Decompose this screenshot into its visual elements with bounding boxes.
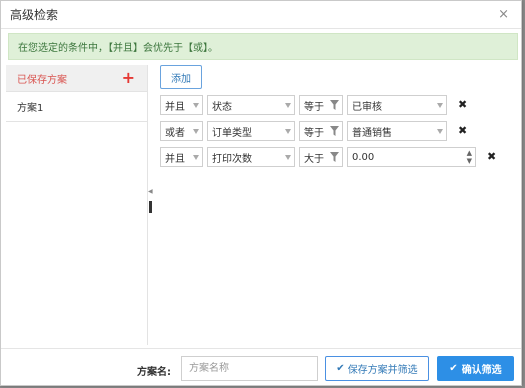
filter-icon bbox=[330, 126, 339, 136]
splitter-handle bbox=[149, 201, 152, 213]
chevron-down-icon bbox=[285, 103, 291, 108]
add-condition-button[interactable]: 添加 bbox=[160, 65, 202, 89]
field-select-value: 订单类型 bbox=[212, 127, 252, 139]
scheme-name-label: 方案名: bbox=[137, 367, 171, 378]
operator-select-value: 大于 bbox=[304, 153, 324, 165]
operator-select-value: 等于 bbox=[304, 127, 324, 139]
advanced-search-dialog: 高级检索 × 在您选定的条件中，【并且】会优先于【或】。 已保存方案 + 方案1… bbox=[0, 0, 522, 386]
dialog-titlebar: 高级检索 × bbox=[1, 1, 521, 29]
logic-select[interactable]: 并且 bbox=[160, 147, 203, 167]
priority-notice: 在您选定的条件中，【并且】会优先于【或】。 bbox=[8, 33, 518, 60]
value-select-value: 已审核 bbox=[352, 101, 382, 113]
check-icon: ✔ bbox=[336, 363, 345, 374]
chevron-down-icon bbox=[285, 155, 291, 160]
close-icon[interactable]: × bbox=[498, 8, 509, 21]
field-select-value: 状态 bbox=[212, 101, 232, 113]
chevron-down-icon bbox=[193, 103, 199, 108]
chevron-down-icon bbox=[193, 129, 199, 134]
chevron-down-icon bbox=[437, 103, 443, 108]
logic-select-value: 并且 bbox=[165, 101, 185, 113]
delete-condition-icon[interactable]: ✖ bbox=[487, 151, 496, 162]
dialog-title: 高级检索 bbox=[10, 8, 59, 22]
field-select[interactable]: 状态 bbox=[207, 95, 295, 115]
value-number-input[interactable]: 0.00 ▲ ▼ bbox=[347, 147, 476, 167]
panel-splitter[interactable]: ◀ bbox=[148, 188, 153, 213]
confirm-filter-label: 确认筛选 bbox=[461, 365, 502, 376]
operator-select-value: 等于 bbox=[304, 101, 324, 113]
dialog-footer: 方案名: ✔ 保存方案并筛选 ✔ 确认筛选 bbox=[1, 348, 521, 386]
collapse-arrow-icon: ◀ bbox=[148, 188, 153, 195]
scheme-item[interactable]: 方案1 bbox=[6, 92, 147, 122]
save-and-filter-label: 保存方案并筛选 bbox=[347, 365, 418, 376]
operator-select[interactable]: 等于 bbox=[299, 121, 343, 141]
logic-select[interactable]: 或者 bbox=[160, 121, 203, 141]
value-select[interactable]: 普通销售 bbox=[347, 121, 447, 141]
scheme-name-input[interactable] bbox=[181, 356, 318, 381]
field-select[interactable]: 订单类型 bbox=[207, 121, 295, 141]
number-spinner-icon[interactable]: ▲ ▼ bbox=[467, 149, 472, 165]
value-select[interactable]: 已审核 bbox=[347, 95, 447, 115]
chevron-down-icon bbox=[285, 129, 291, 134]
saved-schemes-panel: 已保存方案 + 方案1 bbox=[6, 65, 148, 345]
field-select[interactable]: 打印次数 bbox=[207, 147, 295, 167]
delete-condition-icon[interactable]: ✖ bbox=[458, 125, 467, 136]
filter-icon bbox=[330, 100, 339, 110]
chevron-down-icon bbox=[437, 129, 443, 134]
value-select-value: 普通销售 bbox=[352, 127, 392, 139]
filter-icon bbox=[330, 152, 339, 162]
delete-condition-icon[interactable]: ✖ bbox=[458, 99, 467, 110]
logic-select-value: 或者 bbox=[165, 127, 185, 139]
operator-select[interactable]: 等于 bbox=[299, 95, 343, 115]
add-scheme-icon[interactable]: + bbox=[122, 70, 135, 86]
saved-schemes-header: 已保存方案 + bbox=[6, 65, 147, 92]
field-select-value: 打印次数 bbox=[212, 153, 252, 165]
save-and-filter-button[interactable]: ✔ 保存方案并筛选 bbox=[325, 356, 429, 381]
operator-select[interactable]: 大于 bbox=[299, 147, 343, 167]
logic-select-value: 并且 bbox=[165, 153, 185, 165]
logic-select[interactable]: 并且 bbox=[160, 95, 203, 115]
value-number-value: 0.00 bbox=[352, 151, 375, 163]
saved-schemes-title: 已保存方案 bbox=[17, 74, 67, 86]
check-icon: ✔ bbox=[449, 363, 458, 374]
confirm-filter-button[interactable]: ✔ 确认筛选 bbox=[437, 356, 514, 381]
chevron-down-icon bbox=[193, 155, 199, 160]
